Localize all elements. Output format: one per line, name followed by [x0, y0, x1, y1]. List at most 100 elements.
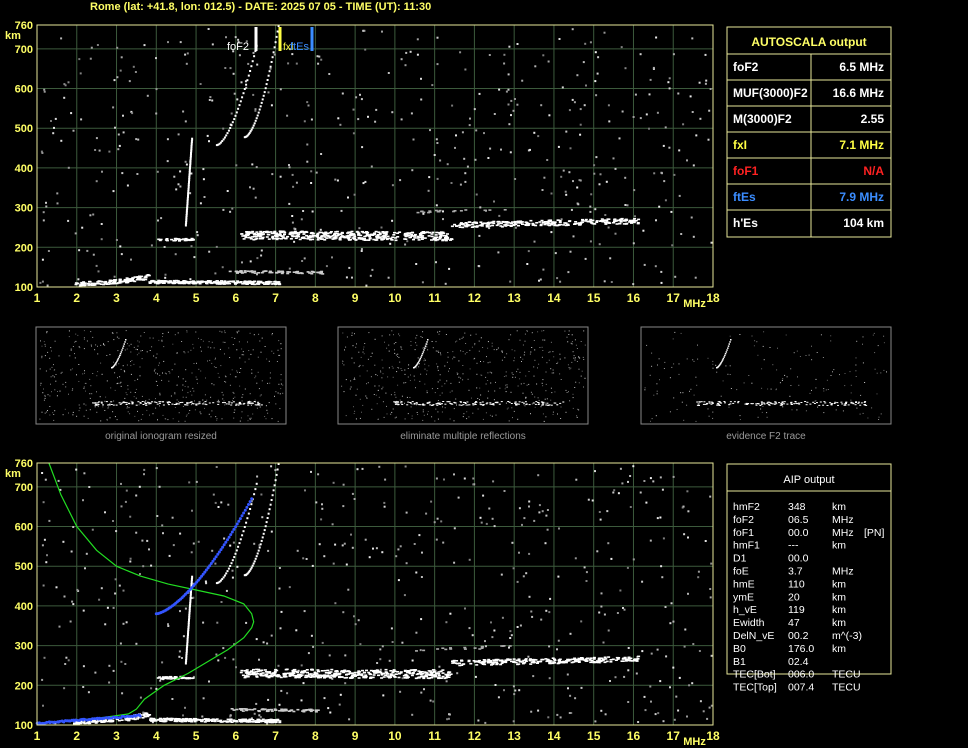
- noise-dot: [707, 138, 710, 141]
- thumbnail-dot: [114, 389, 116, 391]
- noise-dot: [657, 712, 660, 715]
- thumbnail-dot: [544, 402, 546, 404]
- noise-dot: [488, 507, 491, 510]
- noise-dot: [125, 621, 128, 624]
- thumbnail-dot: [505, 386, 507, 388]
- thumbnail-trace: [786, 403, 789, 405]
- noise-dot: [537, 135, 540, 138]
- thumbnail-dot: [254, 399, 256, 401]
- thumbnail-dot: [554, 391, 556, 393]
- thumbnail-dot: [513, 360, 515, 362]
- x-tick-label: 16: [627, 291, 641, 305]
- thumbnail-trace: [723, 401, 726, 402]
- noise-dot: [184, 607, 187, 610]
- thumbnail-dot: [202, 399, 204, 401]
- thumbnail-dot: [469, 349, 471, 351]
- trace-dot: [234, 270, 238, 273]
- noise-dot: [459, 51, 462, 54]
- noise-dot: [178, 655, 181, 658]
- thumbnail-dot: [384, 341, 385, 343]
- thumbnail-dot: [576, 348, 578, 349]
- thumbnail-dot: [876, 372, 878, 374]
- thumbnail-dot: [68, 336, 70, 338]
- noise-dot: [533, 519, 536, 522]
- thumbnail-dot: [224, 332, 226, 334]
- thumbnail-dot: [341, 385, 343, 387]
- noise-dot: [539, 278, 542, 281]
- thumbnail-dot: [873, 332, 875, 334]
- thumbnail-dot: [565, 389, 567, 391]
- noise-dot: [594, 208, 597, 211]
- noise-dot: [157, 219, 159, 222]
- thumbnail-dot: [876, 393, 878, 395]
- noise-dot: [438, 665, 441, 668]
- thumbnail-trace: [696, 404, 699, 406]
- noise-dot: [205, 582, 208, 585]
- noise-dot: [45, 205, 48, 208]
- thumbnail-dot: [84, 370, 85, 372]
- thumbnail-dot: [250, 353, 252, 355]
- thumbnail-dot: [137, 340, 139, 342]
- thumbnail-dot: [575, 357, 576, 359]
- thumbnail-trace: [184, 404, 187, 406]
- trace-dot: [128, 717, 132, 720]
- thumbnail-dot: [395, 342, 397, 343]
- thumbnail-dot: [234, 409, 236, 411]
- thumbnail-trace: [718, 403, 720, 405]
- trace-dot: [305, 234, 309, 237]
- thumbnail-dot: [397, 353, 399, 355]
- noise-dot: [296, 549, 299, 552]
- thumbnail-trace: [148, 402, 151, 404]
- noise-dot: [571, 98, 574, 101]
- trace-dot: [185, 280, 189, 283]
- trace-dot: [562, 224, 566, 226]
- trace-dot: [158, 281, 162, 283]
- thumbnail-dot: [244, 361, 246, 363]
- thumbnail-dot: [135, 388, 137, 390]
- trace-dot: [410, 674, 414, 677]
- thumbnail-dot: [44, 343, 46, 345]
- thumbnail-dot: [346, 336, 348, 338]
- thumbnail-dot: [363, 353, 365, 355]
- noise-dot: [89, 57, 92, 60]
- noise-dot: [484, 721, 487, 724]
- trace-dot: [592, 223, 596, 225]
- noise-dot: [261, 516, 264, 519]
- thumbnail-dot: [489, 414, 491, 416]
- trace-dot: [242, 92, 245, 95]
- thumbnail-dot: [739, 415, 741, 417]
- noise-dot: [689, 95, 692, 98]
- noise-dot: [117, 148, 120, 151]
- thumbnail-trace: [763, 403, 766, 405]
- thumbnail-dot: [187, 351, 189, 353]
- noise-dot: [541, 189, 544, 191]
- thumbnail-trace: [492, 403, 495, 405]
- noise-dot: [82, 686, 85, 688]
- thumbnail-dot: [83, 386, 85, 388]
- thumbnail-dot: [437, 367, 439, 369]
- trace-dot: [267, 675, 271, 678]
- thumbnail-dot: [41, 355, 43, 357]
- thumbnail-dot: [514, 350, 516, 352]
- thumbnail-dot: [127, 411, 129, 413]
- thumbnail-dot: [72, 388, 74, 390]
- noise-dot: [63, 687, 66, 690]
- thumbnail-dot: [470, 334, 472, 336]
- thumbnail-dot: [46, 331, 48, 333]
- noise-dot: [497, 696, 500, 699]
- thumbnail-dot: [519, 371, 521, 373]
- trace-dot: [488, 225, 492, 227]
- noise-dot: [559, 716, 562, 719]
- noise-dot: [156, 515, 159, 517]
- trace-dot: [513, 222, 517, 224]
- autoscala-label: M(3000)F2: [733, 112, 792, 126]
- trace-dot: [322, 675, 326, 677]
- noise-dot: [236, 565, 239, 568]
- trace-dot: [390, 238, 394, 241]
- thumbnail-trace: [711, 402, 714, 404]
- thumbnail-dot: [94, 349, 96, 351]
- trace-dot: [393, 675, 396, 678]
- trace-dot: [505, 221, 508, 223]
- trace-dot: [346, 670, 350, 672]
- noise-dot: [446, 163, 449, 166]
